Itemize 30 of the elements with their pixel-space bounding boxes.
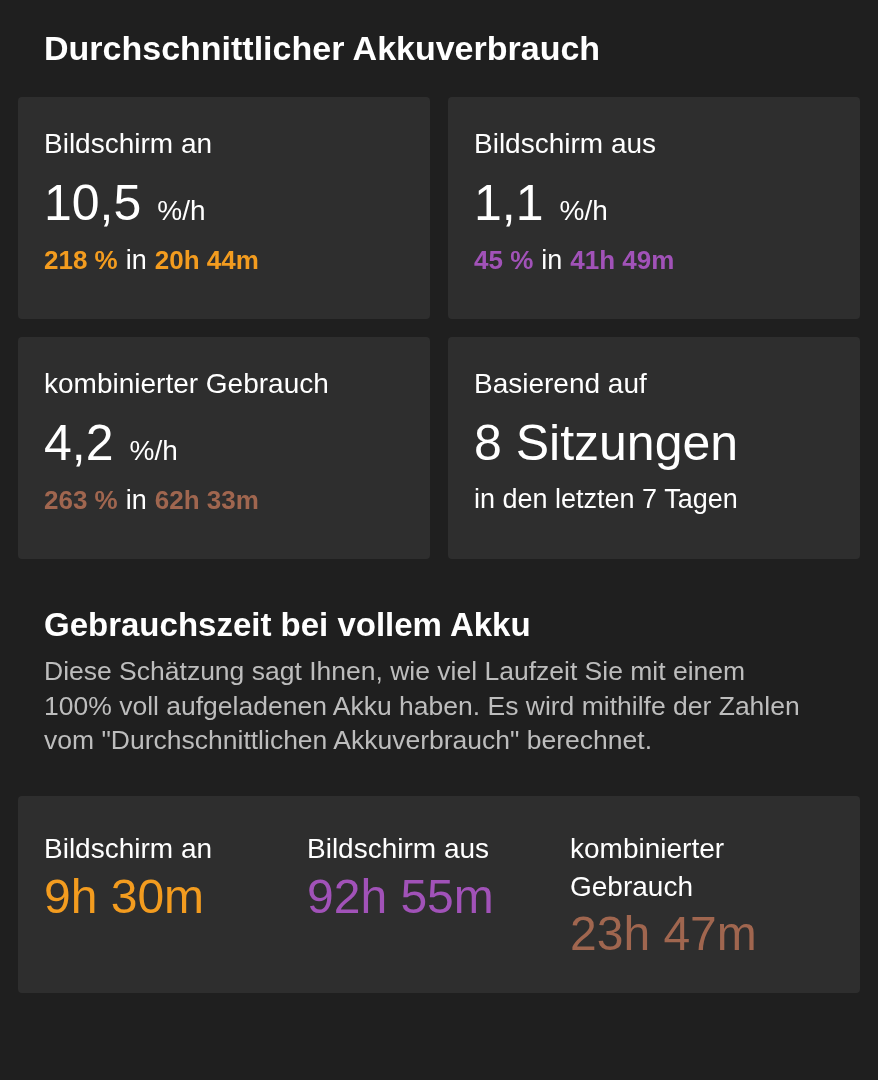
- card-label: Basierend auf: [474, 366, 648, 401]
- usage-percent: 263 %: [44, 484, 118, 518]
- usage-duration: 62h 33m: [154, 484, 259, 518]
- usage-duration: 20h 44m: [154, 244, 259, 278]
- connector-text: in: [125, 244, 147, 278]
- description-text: Diese Schätzung sagt Ihnen, wie viel Laufzeit Sie mit einem 100% voll aufgeladenen Akku haben. Es wird mithilfe der Zahlen vom "Durchschnittlichen Akkuverbrauch" berechnet.: [44, 655, 801, 758]
- connector-text: in: [125, 484, 147, 518]
- estimate-label: Bildschirm aus: [307, 831, 491, 866]
- card-label: Bildschirm an: [44, 126, 214, 161]
- usage-duration: 41h 49m: [570, 244, 675, 278]
- rate-value: 4,2: [44, 416, 114, 472]
- unit-label: %/h: [157, 194, 206, 229]
- period-note: in den letzten 7 Tagen: [474, 483, 739, 517]
- card-label: kombinierter Gebrauch: [44, 366, 330, 401]
- section-title: Durchschnittlicher Akkuverbrauch: [44, 28, 602, 69]
- unit-label: %/h: [559, 194, 608, 229]
- estimate-value: 23h 47m: [570, 906, 758, 963]
- usage-percent: 45 %: [474, 244, 534, 278]
- rate-value: 1,1: [474, 176, 544, 232]
- connector-text: in: [541, 244, 563, 278]
- estimate-value: 92h 55m: [307, 868, 495, 925]
- section-title: Gebrauchszeit bei vollem Akku: [44, 604, 532, 645]
- unit-label: %/h: [129, 434, 178, 469]
- estimate-label: kombinierter Gebrauch: [570, 831, 726, 904]
- rate-value: 10,5: [44, 176, 142, 232]
- estimate-value: 9h 30m: [44, 868, 206, 925]
- session-count: 8 Sitzungen: [474, 416, 740, 472]
- estimate-label: Bildschirm an: [44, 831, 214, 866]
- card-label: Bildschirm aus: [474, 126, 658, 161]
- usage-percent: 218 %: [44, 244, 118, 278]
